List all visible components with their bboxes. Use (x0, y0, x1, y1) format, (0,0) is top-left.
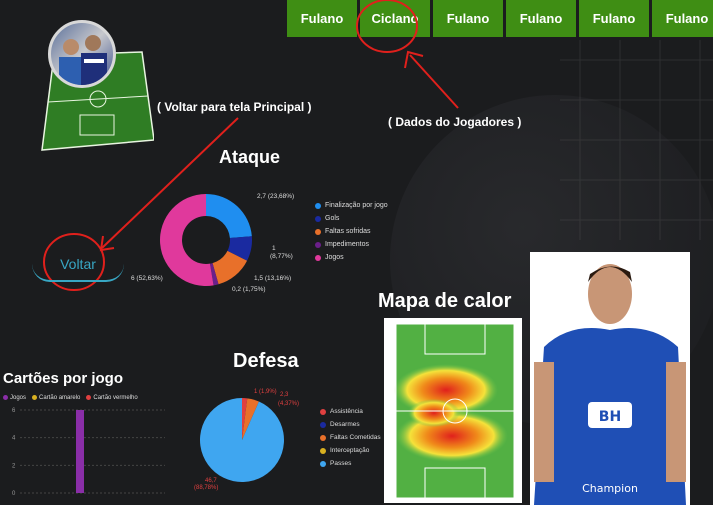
y-tick-label: 2 (12, 463, 16, 469)
attack-label-1: 2,7 (23,68%) (257, 193, 295, 200)
legend-dot (315, 228, 321, 235)
defense-label-3b: (88,78%) (194, 485, 219, 491)
pie-slice-passes[interactable] (200, 398, 284, 482)
legend-label: Passes (330, 460, 352, 467)
attack-label-2: 1 (272, 245, 276, 252)
y-tick-label: 4 (12, 436, 16, 442)
legend-label: Faltas sofridas (325, 228, 371, 235)
attack-label-4: 0,2 (1,75%) (232, 286, 266, 293)
legend-dot (315, 202, 321, 209)
legend-label: Finalização por jogo (325, 202, 388, 209)
legend-dot (315, 254, 321, 261)
attack-label-3: 1,5 (13,16%) (254, 275, 292, 282)
attack-legend: Finalização por jogo Gols Faltas sofrida… (315, 202, 388, 267)
legend-label: Gols (325, 215, 340, 222)
legend-dot (320, 434, 326, 441)
attack-label-5: 6 (52,63%) (131, 275, 163, 282)
pie-slice-jogos[interactable] (160, 194, 214, 286)
attack-title: Ataque (219, 147, 281, 167)
y-tick-label: 6 (12, 408, 16, 414)
legend-label: Jogos (325, 254, 344, 261)
legend-dot (320, 460, 326, 467)
defense-label-1: 1 (1,9%) (254, 389, 277, 395)
cards-title: Cartões por jogo (3, 370, 124, 387)
legend-label: Impedimentos (325, 241, 369, 248)
legend-label: Faltas Cometidas (330, 434, 381, 441)
legend-dot (320, 421, 326, 428)
legend-dot (320, 447, 326, 454)
attack-label-2b: (8,77%) (270, 253, 293, 260)
svg-text:Champion: Champion (582, 482, 638, 495)
bar-jogos[interactable] (76, 410, 84, 493)
heatmap-title: Mapa de calor (378, 290, 512, 312)
legend-dot (315, 241, 321, 248)
cards-bar-chart: 6 4 2 0 (12, 408, 165, 497)
defense-title: Defesa (233, 350, 299, 372)
legend-label: Desarmes (330, 421, 360, 428)
defense-label-3: 46,7 (205, 478, 217, 484)
back-button[interactable]: Voltar (32, 248, 124, 282)
pie-slice-finaliza-o-por-jogo[interactable] (206, 194, 252, 239)
player-photo: BH Champion (530, 252, 690, 505)
y-tick-label: 0 (12, 491, 16, 497)
defense-label-2: 2,3 (280, 392, 289, 398)
legend-dot (320, 408, 326, 415)
legend-dot (315, 215, 321, 222)
defense-legend: Assistência Desarmes Faltas Cometidas In… (320, 408, 381, 473)
legend-label: Interceptação (330, 447, 370, 454)
defense-label-2b: (4,37%) (278, 401, 300, 407)
legend-label: Assistência (330, 408, 363, 415)
svg-text:BH: BH (599, 409, 621, 425)
heatmap-image (384, 318, 522, 503)
